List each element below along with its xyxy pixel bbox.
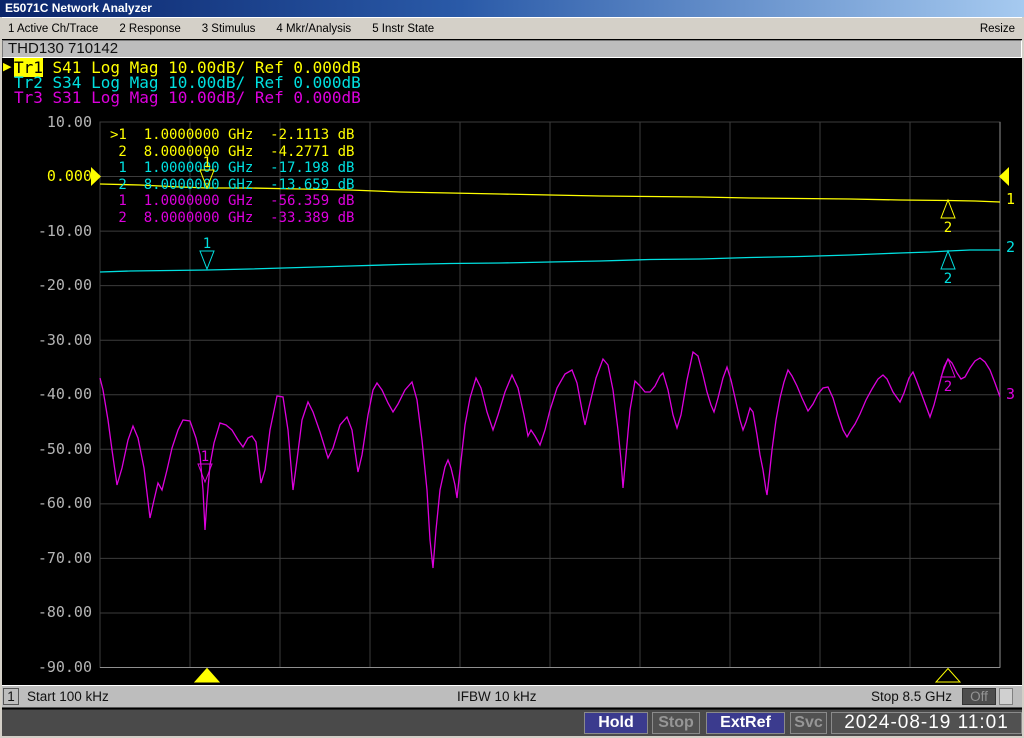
- y-axis-label: -70.00: [37, 548, 92, 567]
- trace-format-text: S31 Log Mag 10.00dB/ Ref 0.000dB: [42, 88, 361, 107]
- menu-item-1[interactable]: 1 Active Ch/Trace: [8, 23, 98, 35]
- active-trace-arrow-icon: ▶: [3, 61, 12, 73]
- menu-item-resize[interactable]: Resize: [980, 18, 1015, 40]
- status-bar-end-cap: [999, 688, 1013, 705]
- stimulus-stop-label[interactable]: Stop 8.5 GHz: [871, 689, 952, 704]
- y-axis-label: -10.00: [37, 221, 92, 240]
- stimulus-start-label[interactable]: Start 100 kHz: [27, 689, 109, 704]
- datetime-display: 2024-08-19 11:01: [831, 712, 1022, 734]
- marker-readout-row: 1 1.0000000 GHz -17.198 dB: [110, 160, 355, 176]
- y-axis-label: -40.00: [37, 385, 92, 404]
- y-axis-label: -20.00: [37, 276, 92, 295]
- y-axis-label: -30.00: [37, 330, 92, 349]
- hold-indicator[interactable]: Hold: [584, 712, 648, 734]
- marker-readout-row: 2 8.0000000 GHz -33.389 dB: [110, 209, 355, 226]
- marker-readout-row: 1 1.0000000 GHz -56.359 dB: [110, 193, 355, 209]
- window-title-bar[interactable]: E5071C Network Analyzer: [0, 0, 1024, 17]
- ifbw-label[interactable]: IFBW 10 kHz: [457, 689, 537, 704]
- measurement-title-bar[interactable]: THD130 710142: [2, 40, 1022, 58]
- marker-readout-row: 2 8.0000000 GHz -4.2771 dB: [110, 143, 355, 160]
- y-axis-label: -90.00: [37, 658, 92, 676]
- extref-indicator: ExtRef: [706, 712, 785, 734]
- menu-item-2[interactable]: 2 Response: [119, 23, 180, 35]
- marker-readout-row: 2 8.0000000 GHz -13.659 dB: [110, 176, 355, 193]
- y-axis-label: -50.00: [37, 439, 92, 458]
- trace-definition-tr3[interactable]: Tr3 S31 Log Mag 10.00dB/ Ref 0.000dB: [14, 88, 361, 107]
- y-axis-label: 10.00: [46, 112, 92, 131]
- window-title: E5071C Network Analyzer: [5, 1, 152, 15]
- window-frame-left: [0, 17, 2, 738]
- trace-label: Tr3: [14, 88, 43, 107]
- menu-item-5[interactable]: 5 Instr State: [372, 23, 434, 35]
- channel-number-badge: 1: [3, 688, 19, 705]
- svc-indicator: Svc: [790, 712, 827, 734]
- menu-items: 1 Active Ch/Trace 2 Response 3 Stimulus 4 M…: [8, 18, 434, 40]
- menu-bar: 1 Active Ch/Trace 2 Response 3 Stimulus 4 M…: [0, 17, 1024, 39]
- measurement-title: THD130 710142: [8, 40, 119, 57]
- y-axis-label: -60.00: [37, 494, 92, 513]
- y-axis-label: -80.00: [37, 603, 92, 622]
- menu-item-3[interactable]: 3 Stimulus: [202, 23, 256, 35]
- marker-readout-row: >1 1.0000000 GHz -2.1113 dB: [110, 127, 355, 143]
- trigger-off-indicator: Off: [962, 688, 996, 705]
- y-axis-label: 0.000: [46, 167, 92, 186]
- menu-item-4[interactable]: 4 Mkr/Analysis: [276, 23, 351, 35]
- instrument-status-bar: Hold Stop ExtRef Svc 2024-08-19 11:01: [2, 709, 1022, 736]
- channel-status-bar: 1 Start 100 kHz IFBW 10 kHz Stop 8.5 GHz…: [2, 685, 1022, 708]
- stop-indicator: Stop: [652, 712, 700, 734]
